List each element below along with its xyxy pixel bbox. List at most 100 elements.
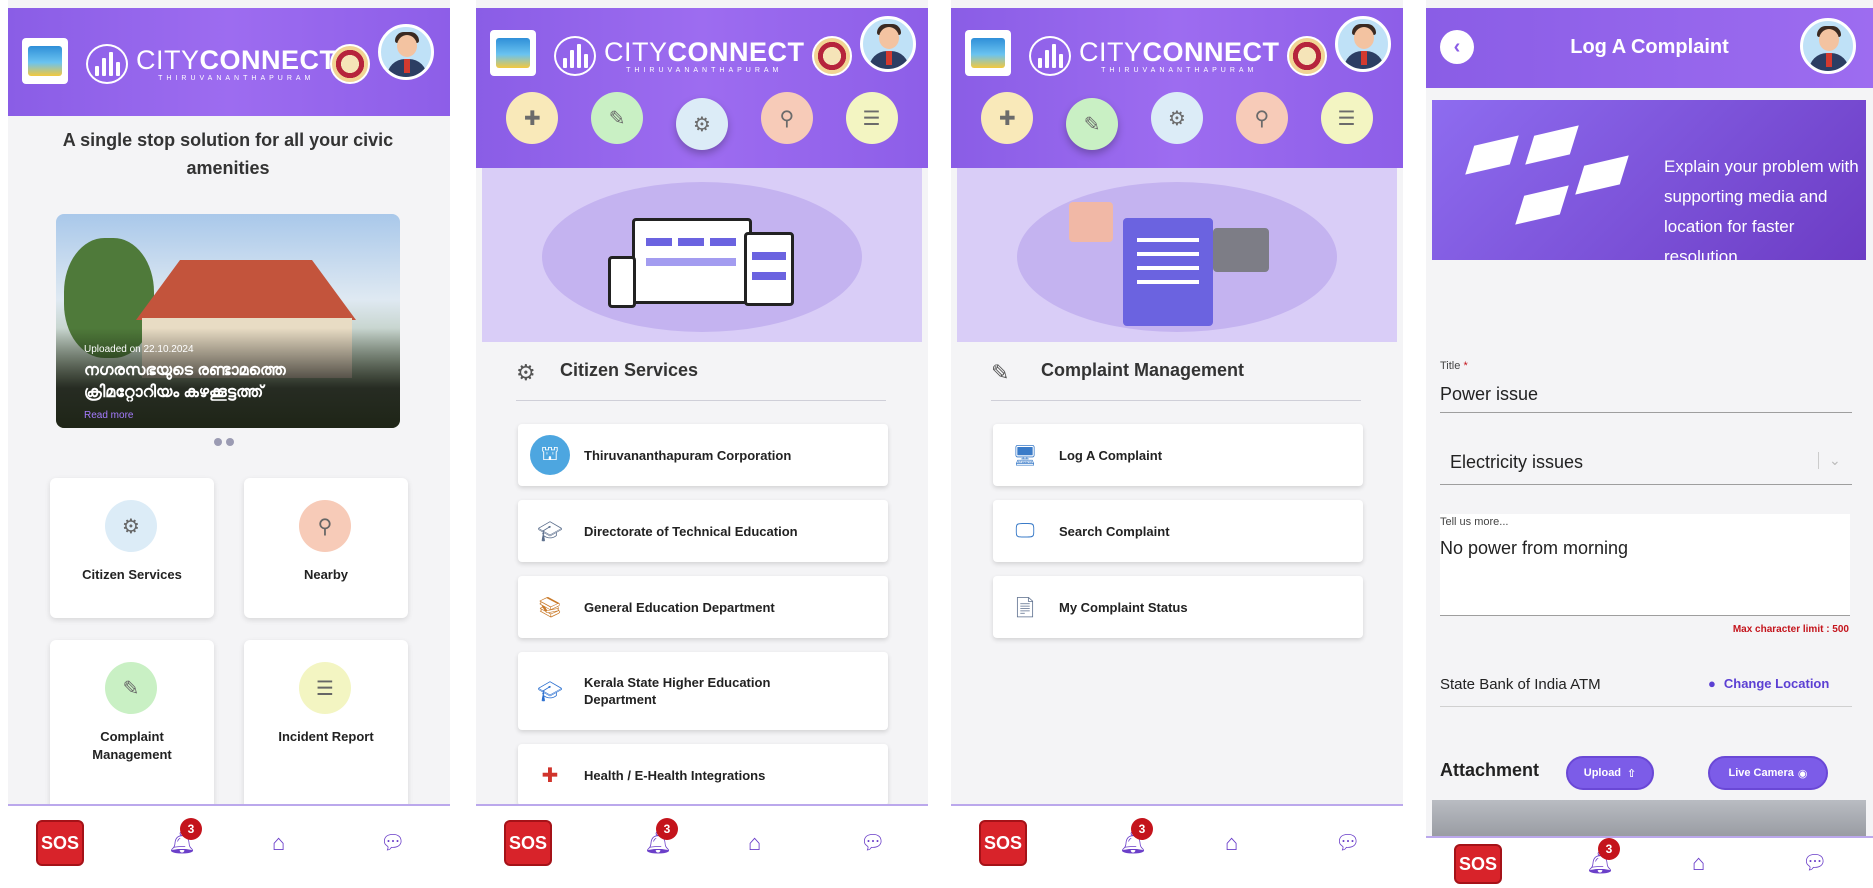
bottom-nav: SOS 🔔︎ 3 ⌂ 💬︎ [951, 804, 1403, 888]
app-header: CITYCONNECT THIRUVANANTHAPURAM ✚ ✎ ⚙ ⚲ ☰ [476, 8, 928, 168]
sos-button[interactable]: SOS [36, 820, 84, 866]
home-icon[interactable]: ⌂ [1225, 830, 1238, 856]
technical-edu-icon: 🎓︎ [537, 520, 563, 543]
health-icon: ✚ [541, 764, 559, 787]
chat-icon[interactable]: 💬︎ [860, 830, 885, 855]
sos-button[interactable]: SOS [1454, 844, 1502, 884]
complaint-banner: Explain your problem with supporting med… [1432, 100, 1866, 260]
camera-icon: ◉ [1797, 767, 1808, 780]
home-icon[interactable]: ⌂ [748, 830, 761, 856]
sos-button[interactable]: SOS [504, 820, 552, 866]
log-complaint-icon: 🖥︎ [1012, 444, 1038, 467]
ambulance-icon[interactable]: ✚ [506, 92, 559, 144]
search-complaint-icon: 🖵︎ [1015, 519, 1035, 542]
app-header: CITYCONNECT THIRUVANANTHAPURAM [8, 8, 450, 116]
user-gear-icon[interactable]: ⚙ [1150, 92, 1203, 144]
location-text: State Bank of India ATM [1440, 676, 1601, 693]
user-gear-icon: ⚙ [516, 360, 536, 385]
books-icon: 📚︎ [537, 596, 563, 619]
bottom-nav: SOS 🔔︎ 3 ⌂ 💬︎ [476, 804, 928, 888]
list-item-search-complaint[interactable]: 🖵︎ Search Complaint [993, 500, 1363, 562]
chat-icon[interactable]: 💬︎ [1335, 830, 1360, 855]
complaint-management-screen: CITYCONNECT THIRUVANANTHAPURAM ✚ ✎ ⚙ ⚲ ☰… [951, 0, 1403, 888]
ambulance-icon[interactable]: ✚ [981, 92, 1034, 144]
user-gear-icon[interactable]: ⚙ [675, 98, 728, 150]
tile-complaint-management[interactable]: ✎ Complaint Management [50, 640, 214, 810]
change-location-button[interactable]: ● Change Location [1708, 676, 1829, 691]
notification-badge: 3 [1598, 838, 1620, 860]
description-field[interactable]: Tell us more... No power from morning [1440, 514, 1850, 616]
profile-avatar[interactable] [1800, 18, 1856, 74]
edit-doc-icon[interactable]: ✎ [1066, 98, 1119, 150]
map-user-icon[interactable]: ⚲ [760, 92, 813, 144]
home-screen: CITYCONNECT THIRUVANANTHAPURAM A single … [8, 0, 450, 888]
profile-avatar[interactable] [378, 24, 434, 80]
profile-avatar[interactable] [1335, 16, 1391, 72]
category-select[interactable]: Electricity issues [1450, 452, 1583, 473]
news-banner[interactable]: Uploaded on 22.10.2024 നഗരസഭയുടെ രണ്ടാമത… [56, 214, 400, 428]
cityconnect-logo: CITYCONNECT THIRUVANANTHAPURAM [1029, 36, 1280, 76]
banner-date: Uploaded on 22.10.2024 [84, 344, 194, 355]
graduation-cap-icon: 🎓︎ [537, 680, 563, 703]
corporation-seal-logo [330, 44, 370, 84]
log-complaint-screen: ‹ Log A Complaint Explain your problem w… [1426, 0, 1873, 888]
edit-doc-icon: ✎ [105, 662, 157, 714]
bottom-nav: SOS 🔔︎ 3 ⌂ 💬︎ [8, 804, 450, 888]
category-nav: ✚ ✎ ⚙ ⚲ ☰ [951, 92, 1403, 150]
corporation-seal-logo [1287, 36, 1327, 76]
map-user-icon: ⚲ [299, 500, 351, 552]
category-nav: ✚ ✎ ⚙ ⚲ ☰ [476, 92, 928, 150]
title-field[interactable]: Power issue [1440, 384, 1538, 405]
corporation-icon: ⛫ [530, 435, 570, 475]
char-limit-text: Max character limit : 500 [1732, 624, 1849, 635]
list-item[interactable]: ⛫ Thiruvananthapuram Corporation [518, 424, 888, 486]
edit-doc-icon: ✎ [991, 360, 1010, 385]
chevron-down-icon[interactable]: ⌄ [1818, 452, 1841, 469]
complaint-status-icon: 📄︎ [1012, 596, 1038, 619]
list-item[interactable]: ✚ Health / E-Health Integrations [518, 744, 888, 806]
notification-badge: 3 [180, 818, 202, 840]
tagline: A single stop solution for all your civi… [62, 130, 394, 178]
doc-icon[interactable]: ☰ [1320, 92, 1373, 144]
home-icon[interactable]: ⌂ [272, 830, 285, 856]
complaint-illustration [957, 168, 1397, 342]
attachment-label: Attachment [1440, 760, 1540, 780]
corporation-seal-logo [812, 36, 852, 76]
list-item[interactable]: 📚︎ General Education Department [518, 576, 888, 638]
chat-icon[interactable]: 💬︎ [1802, 850, 1827, 875]
live-camera-button[interactable]: Live Camera ◉ [1708, 756, 1828, 790]
cityconnect-logo: CITYCONNECT THIRUVANANTHAPURAM [86, 44, 337, 84]
tile-citizen-services[interactable]: ⚙ Citizen Services [50, 478, 214, 618]
kerala-emblem-logo [490, 30, 536, 76]
title-label: Title * [1440, 360, 1468, 372]
read-more-link[interactable]: Read more [84, 410, 133, 421]
upload-button[interactable]: Upload ⇧ [1566, 756, 1654, 790]
cityconnect-logo: CITYCONNECT THIRUVANANTHAPURAM [554, 36, 805, 76]
citizen-services-screen: CITYCONNECT THIRUVANANTHAPURAM ✚ ✎ ⚙ ⚲ ☰… [476, 0, 928, 888]
services-illustration [482, 168, 922, 342]
profile-avatar[interactable] [860, 16, 916, 72]
app-header: CITYCONNECT THIRUVANANTHAPURAM ✚ ✎ ⚙ ⚲ ☰ [951, 8, 1403, 168]
kerala-emblem-logo [22, 38, 68, 84]
sos-button[interactable]: SOS [979, 820, 1027, 866]
banner-text: Explain your problem with supporting med… [1664, 157, 1859, 260]
section-title: Complaint Management [1041, 360, 1245, 380]
carousel-dots[interactable] [214, 438, 234, 446]
list-item[interactable]: 🎓︎ Kerala State Higher Education Departm… [518, 652, 888, 730]
list-item-log-complaint[interactable]: 🖥︎ Log A Complaint [993, 424, 1363, 486]
home-icon[interactable]: ⌂ [1692, 850, 1705, 876]
app-header: ‹ Log A Complaint [1426, 8, 1873, 88]
tile-incident-report[interactable]: ☰ Incident Report [244, 640, 408, 810]
list-item[interactable]: 🎓︎ Directorate of Technical Education [518, 500, 888, 562]
list-item-complaint-status[interactable]: 📄︎ My Complaint Status [993, 576, 1363, 638]
notification-badge: 3 [1131, 818, 1153, 840]
map-user-icon[interactable]: ⚲ [1235, 92, 1288, 144]
kerala-emblem-logo [965, 30, 1011, 76]
banner-title: നഗരസഭയുടെ രണ്ടാമത്തെ ക്രിമറ്റോറിയം കഴക്ക… [84, 362, 286, 401]
location-pin-icon: ● [1708, 676, 1716, 691]
chat-icon[interactable]: 💬︎ [380, 830, 405, 855]
edit-doc-icon[interactable]: ✎ [591, 92, 644, 144]
section-title: Citizen Services [560, 360, 699, 380]
doc-icon[interactable]: ☰ [845, 92, 898, 144]
tile-nearby[interactable]: ⚲ Nearby [244, 478, 408, 618]
